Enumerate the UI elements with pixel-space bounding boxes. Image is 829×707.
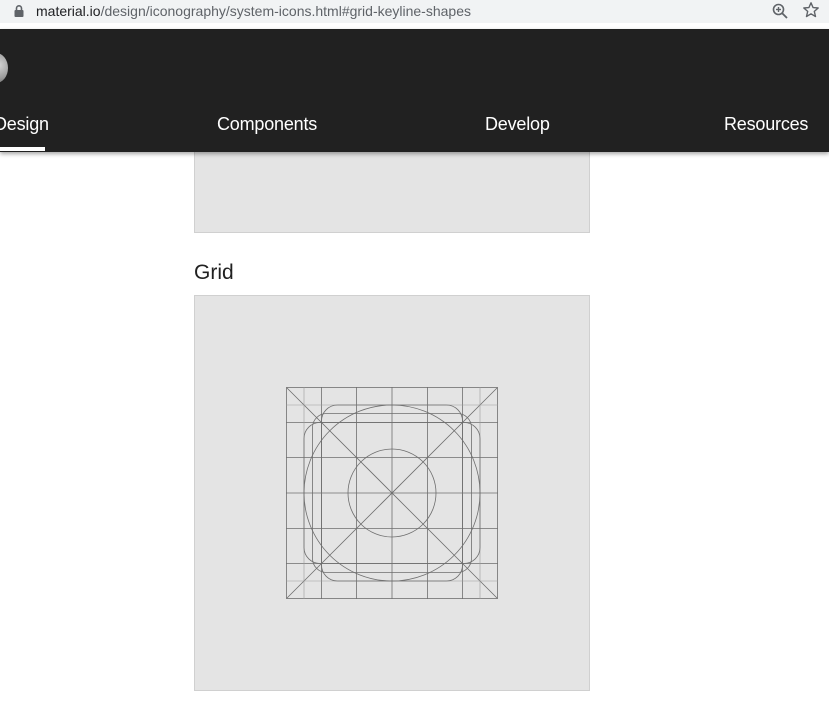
star-icon[interactable]	[802, 1, 820, 19]
grid-image-panel	[194, 295, 590, 691]
site-top-app-bar: Design Components Develop Resources	[0, 29, 829, 152]
previous-image-panel	[194, 140, 590, 233]
nav-tab-design[interactable]: Design	[0, 113, 49, 135]
keyline-grid-diagram	[286, 387, 498, 599]
nav-tab-develop[interactable]: Develop	[485, 113, 550, 135]
nav-tab-resources[interactable]: Resources	[724, 113, 808, 135]
nav-tab-components[interactable]: Components	[217, 113, 317, 135]
zoom-in-icon[interactable]	[771, 2, 789, 20]
section-title-grid: Grid	[194, 261, 234, 284]
url-domain: material.io	[36, 3, 101, 19]
omnibox[interactable]: material.io/design/iconography/system-ic…	[0, 0, 829, 23]
active-tab-indicator	[0, 147, 45, 151]
url-text[interactable]: material.io/design/iconography/system-ic…	[36, 3, 471, 19]
url-path: /design/iconography/system-icons.html#gr…	[100, 3, 471, 19]
lock-icon	[14, 5, 24, 17]
browser-address-bar: material.io/design/iconography/system-ic…	[0, 0, 829, 28]
material-logo[interactable]	[0, 53, 8, 83]
